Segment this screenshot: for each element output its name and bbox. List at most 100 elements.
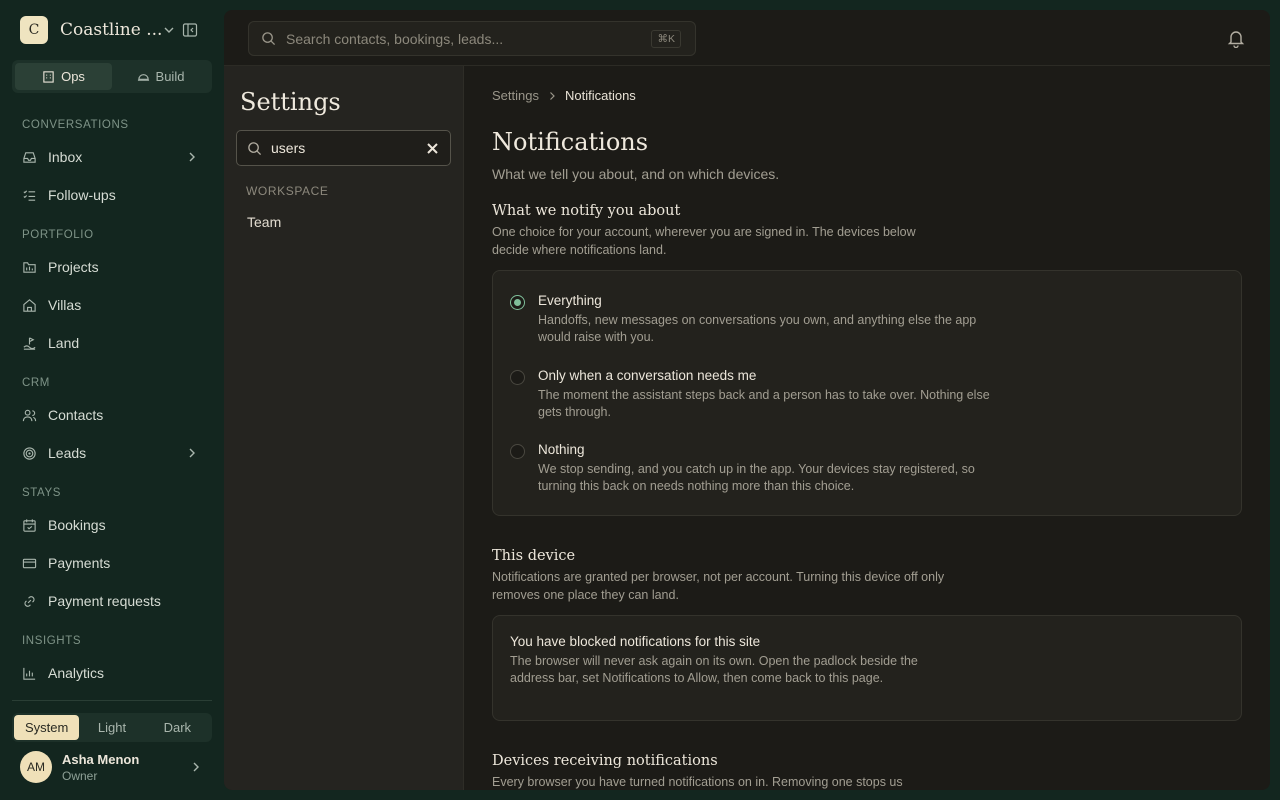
notify-options-card: Everything Handoffs, new messages on con… — [492, 270, 1242, 516]
option-label: Only when a conversation needs me — [538, 368, 757, 383]
mode-ops-button[interactable]: Ops — [15, 63, 112, 90]
user-menu[interactable]: AM Asha Menon Owner — [20, 750, 210, 784]
settings-link-team[interactable]: Team — [247, 214, 281, 230]
user-name: Asha Menon — [62, 751, 140, 767]
option-label: Everything — [538, 293, 602, 308]
devices-section-description: Every browser you have turned notificati… — [492, 775, 903, 789]
nav-section-conversations: CONVERSATIONS — [22, 119, 129, 131]
sidebar-nav: CONVERSATIONS Inbox Follow-ups PORTFOLIO… — [0, 112, 224, 692]
sidebar-item-projects[interactable]: Projects — [0, 248, 224, 286]
workspace-switcher[interactable]: C Coastline ... — [20, 16, 210, 44]
search-placeholder: Search contacts, bookings, leads... — [286, 30, 504, 47]
device-section-title: This device — [492, 548, 576, 564]
calendar-icon — [23, 518, 36, 532]
sidebar-item-land[interactable]: Land — [0, 324, 224, 362]
device-section-description: Notifications are granted per browser, n… — [492, 570, 945, 602]
workspace-logo: C — [20, 16, 48, 44]
blocked-notice-card: You have blocked notifications for this … — [492, 615, 1242, 721]
option-label: Nothing — [538, 442, 585, 457]
mode-ops-label: Ops — [61, 69, 85, 84]
user-role: Owner — [62, 768, 98, 783]
radio-needs-me[interactable] — [510, 370, 525, 385]
shortcut-hint: ⌘K — [651, 30, 681, 48]
settings-title: Settings — [240, 88, 341, 116]
settings-group-workspace: WORKSPACE — [246, 184, 329, 198]
sidebar-item-label: Bookings — [48, 517, 106, 533]
sidebar-item-villas[interactable]: Villas — [0, 286, 224, 324]
sidebar-item-bookings[interactable]: Bookings — [0, 506, 224, 544]
blocked-notice-title: You have blocked notifications for this … — [510, 634, 761, 649]
page-subtitle: What we tell you about, and on which dev… — [492, 166, 780, 182]
nav-section-crm: CRM — [22, 377, 50, 389]
main-panel: Search contacts, bookings, leads... ⌘K S… — [224, 10, 1270, 790]
sidebar-item-label: Villas — [48, 297, 82, 313]
notify-section-description: One choice for your account, wherever yo… — [492, 225, 916, 257]
sidebar-item-inbox[interactable]: Inbox — [0, 138, 224, 176]
sidebar-item-label: Leads — [48, 445, 87, 461]
settings-search-input[interactable]: users — [236, 130, 451, 166]
global-search-input[interactable]: Search contacts, bookings, leads... ⌘K — [248, 21, 696, 56]
home-icon — [23, 298, 36, 312]
mode-build-button[interactable]: Build — [112, 63, 209, 90]
card-icon — [22, 558, 37, 568]
radio-nothing[interactable] — [510, 444, 525, 459]
collapse-sidebar-icon[interactable] — [182, 22, 198, 38]
bell-icon[interactable] — [1226, 28, 1246, 48]
page-title: Notifications — [492, 128, 649, 156]
checklist-icon — [23, 189, 36, 201]
search-icon — [262, 32, 276, 46]
sidebar-item-label: Projects — [48, 259, 99, 275]
settings-nav: Settings users WORKSPACE Team — [224, 66, 464, 790]
sidebar-item-payment-requests[interactable]: Payment requests — [0, 582, 224, 620]
nav-section-stays: STAYS — [22, 487, 61, 499]
inbox-icon — [23, 151, 36, 163]
theme-light-button[interactable]: Light — [79, 715, 144, 740]
sidebar-item-label: Contacts — [48, 407, 104, 423]
sidebar-item-label: Inbox — [48, 149, 83, 165]
breadcrumb: Settings Notifications — [492, 88, 636, 103]
avatar: AM — [20, 751, 52, 783]
chart-icon — [23, 667, 36, 680]
sidebar-item-label: Payment requests — [48, 593, 161, 609]
chevron-down-icon[interactable] — [163, 24, 175, 36]
sidebar-item-label: Follow-ups — [48, 187, 116, 203]
devices-section-title: Devices receiving notifications — [492, 753, 718, 769]
option-description: We stop sending, and you catch up in the… — [538, 462, 975, 493]
mode-build-label: Build — [155, 69, 185, 84]
nav-section-insights: INSIGHTS — [22, 635, 82, 647]
building-icon — [43, 71, 54, 83]
mode-switch: Ops Build — [12, 60, 212, 93]
sidebar-item-payments[interactable]: Payments — [0, 544, 224, 582]
chevron-right-icon — [189, 448, 195, 458]
chevron-right-icon — [193, 762, 199, 772]
sidebar-item-follow-ups[interactable]: Follow-ups — [0, 176, 224, 214]
topbar: Search contacts, bookings, leads... ⌘K — [224, 10, 1270, 66]
sidebar-item-label: Land — [48, 335, 80, 351]
hardhat-icon — [137, 74, 149, 81]
link-icon — [24, 595, 35, 607]
land-icon — [23, 336, 36, 350]
notify-section-title: What we notify you about — [492, 203, 681, 219]
sidebar-item-label: Analytics — [48, 665, 105, 681]
folder-icon — [23, 261, 36, 273]
workspace-name: Coastline ... — [60, 20, 163, 40]
sidebar-item-contacts[interactable]: Contacts — [0, 396, 224, 434]
chevron-right-icon — [550, 91, 555, 100]
sidebar-item-leads[interactable]: Leads — [0, 434, 224, 472]
blocked-notice-body: The browser will never ask again on its … — [510, 654, 918, 685]
search-icon — [248, 141, 262, 155]
close-icon[interactable] — [427, 143, 438, 154]
sidebar-item-label: Payments — [48, 555, 111, 571]
breadcrumb-settings[interactable]: Settings — [492, 88, 539, 103]
nav-section-portfolio: PORTFOLIO — [22, 229, 94, 241]
users-icon — [22, 409, 37, 421]
option-description: The moment the assistant steps back and … — [538, 388, 990, 419]
target-icon — [23, 446, 36, 460]
radio-everything[interactable] — [510, 295, 525, 310]
sidebar-item-analytics[interactable]: Analytics — [0, 654, 224, 692]
theme-system-button[interactable]: System — [14, 715, 80, 740]
sidebar-divider — [12, 700, 212, 701]
breadcrumb-current: Notifications — [564, 88, 636, 103]
theme-dark-button[interactable]: Dark — [145, 715, 210, 740]
theme-switch: System Light Dark — [12, 713, 212, 742]
